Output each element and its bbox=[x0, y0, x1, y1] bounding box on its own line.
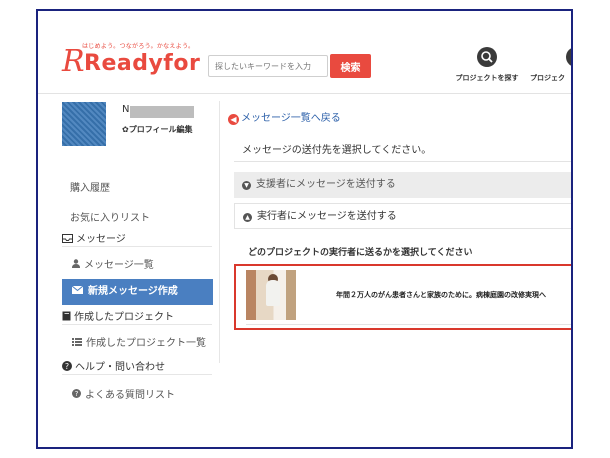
svg-text:?: ? bbox=[65, 362, 69, 371]
sidebar-divider bbox=[62, 246, 212, 247]
site-header: はじめよう。つながろう。かなえよう。 R Readyfor 検索 プロジェクトを… bbox=[38, 11, 571, 94]
user-name: N bbox=[122, 104, 130, 115]
search-icon bbox=[477, 47, 497, 67]
logo-wordmark: Readyfor bbox=[84, 51, 201, 76]
sidebar-section-messages: メッセージ bbox=[62, 230, 126, 245]
user-icon bbox=[72, 259, 80, 268]
chevron-down-icon: ▼ bbox=[242, 181, 251, 190]
nav-projects[interactable]: プロジェク bbox=[530, 47, 571, 83]
logo-tagline: はじめよう。つながろう。かなえよう。 bbox=[82, 43, 195, 50]
avatar[interactable] bbox=[62, 102, 106, 146]
content-divider bbox=[219, 101, 220, 363]
question-icon: ? bbox=[62, 361, 72, 371]
user-name-redaction bbox=[130, 106, 194, 118]
profile-edit-link[interactable]: ✿プロフィール編集 bbox=[122, 124, 193, 135]
sidebar-item-favorites[interactable]: お気に入りリスト bbox=[70, 209, 150, 224]
sidebar-section-projects-label: 作成したプロジェクト bbox=[74, 312, 174, 323]
envelope-icon bbox=[71, 285, 84, 294]
search-input[interactable] bbox=[208, 55, 328, 77]
project-title: 年間２万人のがん患者さんと家族のために。病棟庭園の改修実現へ bbox=[336, 291, 546, 299]
send-to-supporters-option[interactable]: ▼ 支援者にメッセージを送付する bbox=[234, 172, 571, 198]
sidebar-section-help: ? ヘルプ・問い合わせ bbox=[62, 358, 165, 373]
arrow-left-icon: ◀ bbox=[228, 114, 239, 125]
select-recipient-heading: メッセージの送付先を選択してください。 bbox=[242, 145, 432, 156]
sidebar-item-project-list-label: 作成したプロジェクト一覧 bbox=[86, 338, 206, 349]
sidebar-item-new-message[interactable]: 新規メッセージ作成 bbox=[62, 279, 213, 305]
sidebar-section-help-label: ヘルプ・問い合わせ bbox=[75, 362, 165, 373]
sidebar-section-messages-label: メッセージ bbox=[76, 234, 126, 245]
choose-project-heading: どのプロジェクトの実行者に送るかを選択してください bbox=[248, 248, 473, 258]
svg-text:?: ? bbox=[75, 389, 79, 398]
nav-projects-icon bbox=[566, 47, 571, 67]
search-button[interactable]: 検索 bbox=[330, 54, 371, 78]
list-icon bbox=[72, 338, 82, 346]
book-icon bbox=[62, 311, 71, 321]
project-thumbnail bbox=[246, 270, 296, 320]
send-to-executors-option[interactable]: ▲ 実行者にメッセージを送付する bbox=[234, 203, 571, 229]
logo-mark: R bbox=[62, 44, 85, 79]
sidebar-item-project-list[interactable]: 作成したプロジェクト一覧 bbox=[72, 334, 206, 349]
send-to-supporters-label: 支援者にメッセージを送付する bbox=[256, 179, 396, 190]
back-to-message-list-link[interactable]: ◀ メッセージ一覧へ戻る bbox=[228, 109, 341, 125]
sidebar-item-faq-label: よくある質問リスト bbox=[85, 390, 175, 401]
sidebar-item-purchase-history[interactable]: 購入履歴 bbox=[70, 179, 110, 194]
sidebar-divider bbox=[62, 374, 212, 375]
sidebar-item-new-message-label: 新規メッセージ作成 bbox=[88, 286, 178, 297]
screenshot-frame: はじめよう。つながろう。かなえよう。 R Readyfor 検索 プロジェクトを… bbox=[36, 9, 573, 449]
project-card-inner: 年間２万人のがん患者さんと家族のために。病棟庭園の改修実現へ bbox=[246, 270, 571, 325]
sidebar-divider bbox=[62, 324, 212, 325]
sidebar-item-message-list-label: メッセージ一覧 bbox=[84, 260, 154, 271]
send-to-executors-label: 実行者にメッセージを送付する bbox=[257, 211, 397, 222]
sidebar-item-faq[interactable]: ? よくある質問リスト bbox=[72, 386, 175, 401]
chevron-up-icon: ▲ bbox=[243, 213, 252, 222]
nav-find-label: プロジェクトを探す bbox=[455, 74, 519, 82]
content-divider-line bbox=[234, 161, 571, 162]
project-card[interactable]: 年間２万人のがん患者さんと家族のために。病棟庭園の改修実現へ bbox=[234, 264, 571, 330]
inbox-icon bbox=[62, 234, 73, 243]
thumbnail-person-body bbox=[266, 280, 280, 306]
question-icon: ? bbox=[72, 389, 81, 398]
nav-projects-label: プロジェク bbox=[530, 74, 565, 82]
sidebar-section-projects: 作成したプロジェクト bbox=[62, 308, 174, 323]
nav-find-projects[interactable]: プロジェクトを探す bbox=[452, 47, 522, 83]
back-link-label: メッセージ一覧へ戻る bbox=[241, 113, 341, 124]
sidebar: N ✿プロフィール編集 購入履歴 お気に入りリスト メッセージ メッセージ一覧 … bbox=[38, 94, 218, 447]
sidebar-item-message-list[interactable]: メッセージ一覧 bbox=[72, 256, 154, 271]
